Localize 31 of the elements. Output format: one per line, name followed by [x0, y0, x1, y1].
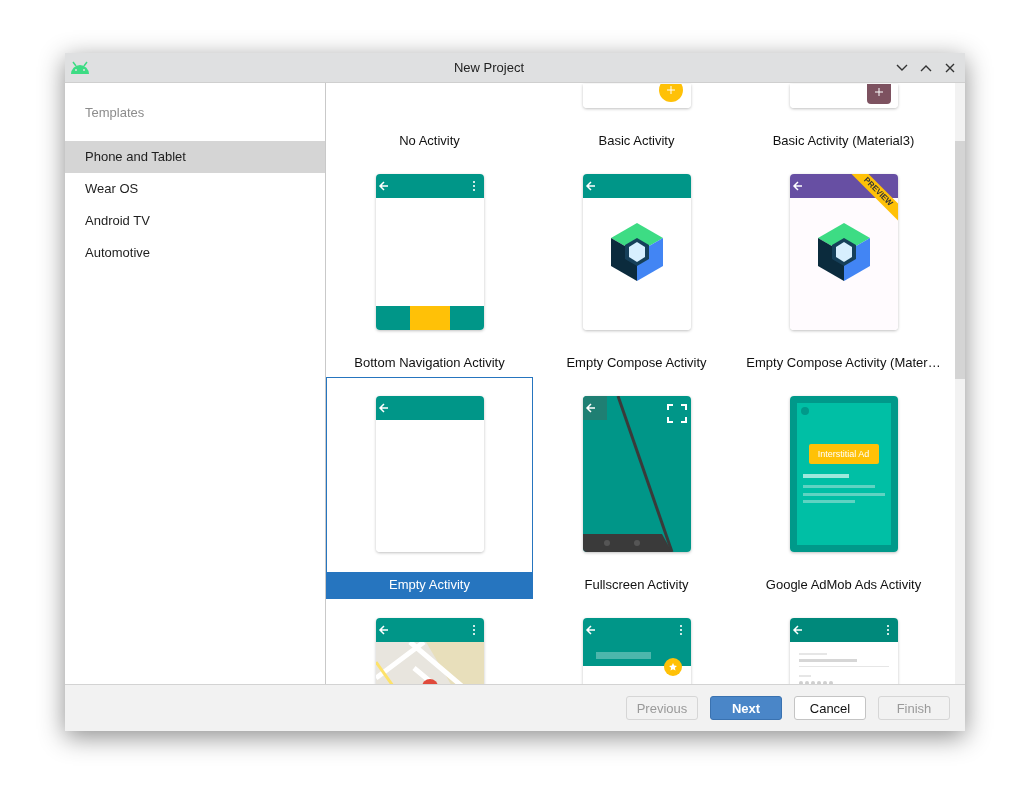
sidebar-item[interactable]: Automotive [65, 237, 325, 269]
sidebar-item[interactable]: Android TV [65, 205, 325, 237]
template-label: Fullscreen Activity [583, 576, 690, 594]
sidebar-item[interactable]: Wear OS [65, 173, 325, 205]
sidebar-item[interactable]: Phone and Tablet [65, 141, 325, 173]
template-tile[interactable]: Empty Activity [326, 377, 533, 599]
close-icon [945, 62, 955, 73]
ad-label: Interstitial Ad [808, 444, 879, 464]
template-label: Empty Compose Activity [565, 354, 708, 372]
template-label: Empty Activity [327, 572, 532, 598]
chevron-down-icon [896, 63, 908, 72]
template-label: No Activity [398, 132, 461, 150]
template-label: Bottom Navigation Activity [353, 354, 506, 372]
scrollbar-thumb[interactable] [955, 141, 965, 379]
template-tile[interactable]: No Activity [326, 83, 533, 155]
template-tile[interactable]: Basic Activity (Material3) [740, 83, 947, 155]
android-logo-icon [69, 60, 91, 75]
sidebar-heading: Templates [84, 104, 146, 122]
template-label: Basic Activity (Material3) [771, 132, 916, 150]
template-tile[interactable]: Bottom Navigation Activity [326, 155, 533, 377]
template-tile[interactable]: Empty Compose Activity [533, 155, 740, 377]
chevron-up-icon [920, 63, 932, 72]
template-label: Basic Activity [597, 132, 676, 150]
template-tile[interactable]: Interstitial Ad Google AdMob Ads Activity [740, 377, 947, 599]
window-title: New Project [452, 60, 526, 75]
template-tile[interactable]: Basic Activity [533, 83, 740, 155]
template-label: Empty Compose Activity (Mater… [745, 354, 942, 372]
dialog-button[interactable]: Next [710, 696, 782, 720]
dialog-button[interactable]: Cancel [794, 696, 866, 720]
template-tile[interactable]: Fullscreen Activity [533, 377, 740, 599]
template-label: Google AdMob Ads Activity [764, 576, 923, 594]
